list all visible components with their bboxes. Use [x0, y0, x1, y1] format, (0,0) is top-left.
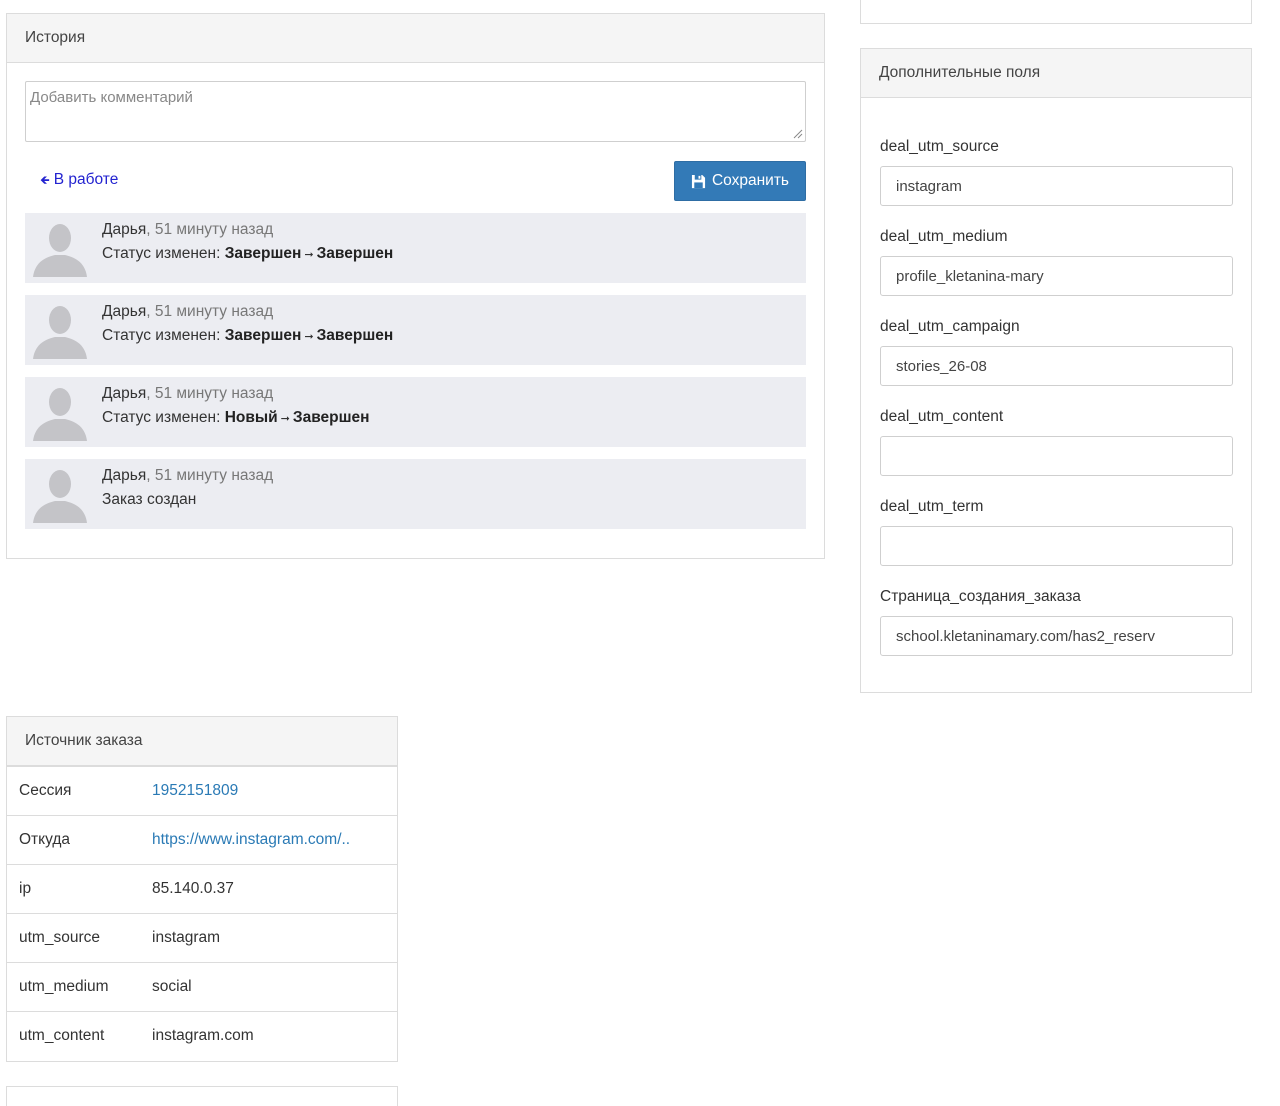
entry-text: Статус изменен: Новый ➞ Завершен: [102, 409, 370, 427]
utm-medium-input[interactable]: [880, 256, 1233, 296]
entry-text: Заказ создан: [102, 491, 197, 508]
right-arrow-icon: ➞: [304, 331, 314, 343]
user-silhouette-icon: [33, 388, 87, 441]
source-row-ip: ip 85.140.0.37: [7, 864, 397, 913]
resize-grip-icon[interactable]: [793, 129, 803, 139]
source-key: utm_source: [19, 929, 100, 946]
entry-author: Дарья: [102, 467, 147, 484]
source-row-session: Сессия 1952151809: [7, 766, 397, 815]
panel-bottom-stub: [6, 1086, 398, 1106]
source-row-utm-content: utm_content instagram.com: [7, 1011, 397, 1060]
entry-prefix: Статус изменен:: [102, 409, 225, 426]
field-label-utm-source: deal_utm_source: [880, 138, 999, 155]
save-button-label: Сохранить: [711, 172, 790, 189]
source-key: Откуда: [19, 831, 71, 848]
history-entry: Дарья, 51 минуту назад Статус изменен: Н…: [25, 377, 806, 447]
history-title: История: [7, 14, 824, 63]
field-label-utm-campaign: deal_utm_campaign: [880, 318, 1020, 335]
status-back-link[interactable]: 🡸 В работе: [40, 171, 118, 192]
source-value: social: [152, 978, 192, 995]
entry-time: , 51 минуту назад: [146, 303, 274, 320]
status-link-label: В работе: [53, 171, 119, 188]
source-value: instagram: [152, 929, 221, 946]
referrer-link[interactable]: https://www.instagram.com/..: [152, 831, 350, 849]
history-entry: Дарья, 51 минуту назад Заказ создан: [25, 459, 806, 529]
field-label-utm-term: deal_utm_term: [880, 498, 984, 515]
user-silhouette-icon: [33, 470, 87, 523]
entry-header: Дарья, 51 минуту назад: [102, 467, 273, 485]
extra-fields-title: Дополнительные поля: [861, 49, 1251, 98]
history-panel: История 🡸В работе Сохранить Дарья, 51 ми…: [6, 13, 825, 559]
entry-header: Дарья, 51 минуту назад: [102, 221, 273, 239]
source-value: 85.140.0.37: [152, 880, 234, 897]
entry-author: Дарья: [102, 385, 147, 402]
status-from: Новый: [224, 409, 278, 426]
history-entries: Дарья, 51 минуту назад Статус изменен: З…: [25, 213, 806, 541]
entry-text: Статус изменен: Завершен ➞ Завершен: [102, 327, 393, 345]
entry-prefix: Статус изменен:: [102, 327, 225, 344]
utm-content-input[interactable]: [880, 436, 1233, 476]
order-page-input[interactable]: [880, 616, 1233, 656]
history-entry: Дарья, 51 минуту назад Статус изменен: З…: [25, 213, 806, 283]
entry-author: Дарья: [102, 303, 147, 320]
source-key: utm_medium: [19, 978, 109, 995]
status-from: Завершен: [224, 327, 302, 344]
source-key: utm_content: [19, 1027, 105, 1044]
save-button[interactable]: Сохранить: [674, 161, 806, 201]
right-arrow-icon: ➞: [280, 413, 290, 425]
field-label-utm-content: deal_utm_content: [880, 408, 1004, 425]
status-to: Завершен: [292, 409, 370, 426]
source-key: Сессия: [19, 782, 72, 799]
utm-source-input[interactable]: [880, 166, 1233, 206]
entry-time: , 51 минуту назад: [146, 467, 274, 484]
session-link[interactable]: 1952151809: [152, 782, 238, 800]
history-entry: Дарья, 51 минуту назад Статус изменен: З…: [25, 295, 806, 365]
utm-campaign-input[interactable]: [880, 346, 1233, 386]
floppy-disk-icon: [691, 174, 706, 188]
user-silhouette-icon: [33, 224, 87, 277]
field-label-order-page: Страница_создания_заказа: [880, 588, 1081, 605]
comment-input[interactable]: [25, 81, 806, 142]
status-to: Завершен: [316, 327, 394, 344]
entry-header: Дарья, 51 минуту назад: [102, 303, 273, 321]
field-label-utm-medium: deal_utm_medium: [880, 228, 1008, 245]
status-from: Завершен: [224, 245, 302, 262]
entry-author: Дарья: [102, 221, 147, 238]
right-arrow-icon: ➞: [304, 249, 314, 261]
panel-top-right-stub: [860, 0, 1252, 24]
source-key: ip: [19, 880, 32, 897]
source-row-utm-medium: utm_medium social: [7, 962, 397, 1011]
extra-fields-panel: Дополнительные поля deal_utm_source deal…: [860, 48, 1252, 693]
source-value: instagram.com: [152, 1027, 254, 1044]
entry-header: Дарья, 51 минуту назад: [102, 385, 273, 403]
utm-term-input[interactable]: [880, 526, 1233, 566]
order-source-panel: Источник заказа Сессия 1952151809 Откуда…: [6, 716, 398, 1062]
user-silhouette-icon: [33, 306, 87, 359]
source-row-utm-source: utm_source instagram: [7, 913, 397, 962]
entry-time: , 51 минуту назад: [146, 385, 274, 402]
order-source-title: Источник заказа: [7, 717, 397, 766]
entry-prefix: Статус изменен:: [102, 245, 225, 262]
source-row-referrer: Откуда https://www.instagram.com/..: [7, 815, 397, 864]
status-to: Завершен: [316, 245, 394, 262]
left-arrow-icon: 🡸: [40, 173, 50, 187]
entry-text: Статус изменен: Завершен ➞ Завершен: [102, 245, 393, 263]
entry-time: , 51 минуту назад: [146, 221, 274, 238]
